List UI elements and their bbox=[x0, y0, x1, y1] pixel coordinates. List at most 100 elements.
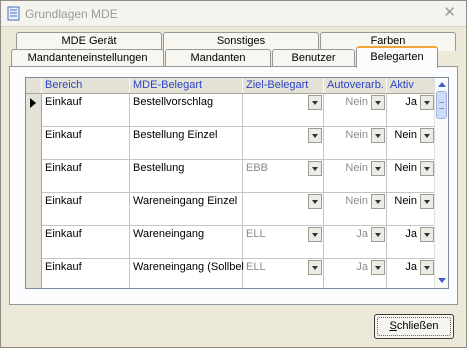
dropdown-arrow-icon[interactable] bbox=[420, 194, 434, 209]
close-icon[interactable]: ✕ bbox=[443, 5, 456, 21]
aktiv-select[interactable]: Ja bbox=[388, 95, 434, 110]
cell-bereich[interactable]: Einkauf bbox=[42, 160, 130, 193]
scroll-up-icon[interactable] bbox=[438, 82, 446, 87]
dropdown-arrow-icon[interactable] bbox=[371, 95, 385, 110]
cell-mde-belegart[interactable]: Wareneingang Einzel bbox=[130, 193, 243, 226]
dropdown-arrow-icon[interactable] bbox=[420, 260, 434, 275]
cell-aktiv[interactable]: Nein bbox=[387, 127, 436, 160]
dropdown-arrow-icon[interactable] bbox=[308, 260, 322, 275]
close-button[interactable]: Schließen bbox=[374, 314, 454, 339]
bereich-text: Einkauf bbox=[45, 195, 82, 207]
dropdown-arrow-icon[interactable] bbox=[371, 128, 385, 143]
cell-autoverarb[interactable]: Nein bbox=[324, 127, 387, 160]
row-pointer-icon bbox=[30, 98, 36, 108]
dropdown-arrow-icon[interactable] bbox=[371, 161, 385, 176]
dropdown-arrow-icon[interactable] bbox=[308, 128, 322, 143]
cell-ziel-belegart[interactable]: ELL bbox=[243, 259, 324, 288]
table-row[interactable]: Einkauf Wareneingang ELL Ja Ja bbox=[42, 226, 436, 259]
aktiv-select[interactable]: Ja bbox=[388, 227, 434, 242]
aktiv-select[interactable]: Ja bbox=[388, 260, 434, 275]
header-aktiv[interactable]: Aktiv bbox=[387, 78, 436, 93]
dropdown-arrow-icon[interactable] bbox=[371, 260, 385, 275]
row-indicator-column bbox=[26, 94, 42, 288]
dropdown-arrow-icon[interactable] bbox=[308, 161, 322, 176]
cell-mde-belegart[interactable]: Bestellvorschlag bbox=[130, 94, 243, 127]
header-ziel-belegart[interactable]: Ziel-Belegart bbox=[243, 78, 324, 93]
ziel-belegart-select-value: ELL bbox=[246, 228, 266, 240]
table-row[interactable]: Einkauf Wareneingang (Sollbeleg) ELL Ja Ja bbox=[42, 259, 436, 288]
dropdown-arrow-icon[interactable] bbox=[420, 161, 434, 176]
table-row[interactable]: Einkauf Wareneingang Einzel Nein Nein bbox=[42, 193, 436, 226]
cell-autoverarb[interactable]: Nein bbox=[324, 160, 387, 193]
autoverarb-select[interactable]: Nein bbox=[325, 128, 385, 143]
belegarten-panel: Bereich MDE-Belegart Ziel-Belegart Autov… bbox=[9, 66, 458, 305]
aktiv-select-value: Nein bbox=[394, 129, 417, 141]
autoverarb-select[interactable]: Nein bbox=[325, 161, 385, 176]
cell-aktiv[interactable]: Ja bbox=[387, 259, 436, 288]
cell-bereich[interactable]: Einkauf bbox=[42, 127, 130, 160]
cell-aktiv[interactable]: Nein bbox=[387, 193, 436, 226]
autoverarb-select[interactable]: Nein bbox=[325, 194, 385, 209]
autoverarb-select-value: Nein bbox=[345, 195, 368, 207]
cell-ziel-belegart[interactable] bbox=[243, 127, 324, 160]
cell-bereich[interactable]: Einkauf bbox=[42, 259, 130, 288]
header-mde-belegart[interactable]: MDE-Belegart bbox=[130, 78, 243, 93]
autoverarb-select[interactable]: Ja bbox=[325, 227, 385, 242]
mde-belegart-text: Wareneingang bbox=[133, 228, 205, 240]
header-bereich[interactable]: Bereich bbox=[42, 78, 130, 93]
bereich-text: Einkauf bbox=[45, 129, 82, 141]
cell-autoverarb[interactable]: Ja bbox=[324, 259, 387, 288]
cell-mde-belegart[interactable]: Bestellung Einzel bbox=[130, 127, 243, 160]
cell-bereich[interactable]: Einkauf bbox=[42, 94, 130, 127]
ziel-belegart-select[interactable] bbox=[244, 95, 322, 110]
cell-autoverarb[interactable]: Nein bbox=[324, 193, 387, 226]
autoverarb-select[interactable]: Nein bbox=[325, 95, 385, 110]
dropdown-arrow-icon[interactable] bbox=[420, 128, 434, 143]
cell-aktiv[interactable]: Ja bbox=[387, 226, 436, 259]
dropdown-arrow-icon[interactable] bbox=[308, 227, 322, 242]
header-autoverarb[interactable]: Autoverarb. bbox=[324, 78, 387, 93]
scrollbar-thumb[interactable] bbox=[436, 91, 447, 119]
ziel-belegart-select[interactable] bbox=[244, 194, 322, 209]
aktiv-select[interactable]: Nein bbox=[388, 161, 434, 176]
cell-aktiv[interactable]: Ja bbox=[387, 94, 436, 127]
cell-autoverarb[interactable]: Ja bbox=[324, 226, 387, 259]
cell-mde-belegart[interactable]: Wareneingang bbox=[130, 226, 243, 259]
ziel-belegart-select[interactable]: ELL bbox=[244, 260, 322, 275]
cell-ziel-belegart[interactable]: ELL bbox=[243, 226, 324, 259]
ziel-belegart-select[interactable] bbox=[244, 128, 322, 143]
aktiv-select[interactable]: Nein bbox=[388, 194, 434, 209]
autoverarb-select[interactable]: Ja bbox=[325, 260, 385, 275]
cell-mde-belegart[interactable]: Wareneingang (Sollbeleg) bbox=[130, 259, 260, 288]
ziel-belegart-select[interactable]: ELL bbox=[244, 227, 322, 242]
cell-ziel-belegart[interactable] bbox=[243, 193, 324, 226]
dropdown-arrow-icon[interactable] bbox=[371, 227, 385, 242]
cell-ziel-belegart[interactable]: EBB bbox=[243, 160, 324, 193]
cell-mde-belegart[interactable]: Bestellung bbox=[130, 160, 243, 193]
aktiv-select-value: Ja bbox=[405, 96, 417, 108]
dropdown-arrow-icon[interactable] bbox=[420, 95, 434, 110]
dropdown-arrow-icon[interactable] bbox=[308, 95, 322, 110]
cell-autoverarb[interactable]: Nein bbox=[324, 94, 387, 127]
dropdown-arrow-icon[interactable] bbox=[371, 194, 385, 209]
dropdown-arrow-icon[interactable] bbox=[308, 194, 322, 209]
scroll-down-icon[interactable] bbox=[438, 278, 446, 283]
ziel-belegart-select[interactable]: EBB bbox=[244, 161, 322, 176]
mde-belegart-text: Bestellung Einzel bbox=[133, 129, 218, 141]
table-row[interactable]: Einkauf Bestellung Einzel Nein Nein bbox=[42, 127, 436, 160]
autoverarb-select-value: Ja bbox=[356, 261, 368, 273]
ziel-belegart-select-value: ELL bbox=[246, 261, 266, 273]
mde-belegart-text: Bestellung bbox=[133, 162, 185, 174]
table-row[interactable]: Einkauf Bestellung EBB Nein Nein bbox=[42, 160, 436, 193]
grid-scrollbar[interactable] bbox=[434, 78, 448, 288]
table-row[interactable]: Einkauf Bestellvorschlag Nein Ja bbox=[42, 94, 436, 127]
cell-bereich[interactable]: Einkauf bbox=[42, 226, 130, 259]
tab-belegarten[interactable]: Belegarten bbox=[356, 46, 438, 68]
cell-bereich[interactable]: Einkauf bbox=[42, 193, 130, 226]
cell-ziel-belegart[interactable] bbox=[243, 94, 324, 127]
dropdown-arrow-icon[interactable] bbox=[420, 227, 434, 242]
cell-aktiv[interactable]: Nein bbox=[387, 160, 436, 193]
aktiv-select[interactable]: Nein bbox=[388, 128, 434, 143]
autoverarb-select-value: Nein bbox=[345, 96, 368, 108]
title-bar: Grundlagen MDE ✕ bbox=[1, 1, 466, 27]
